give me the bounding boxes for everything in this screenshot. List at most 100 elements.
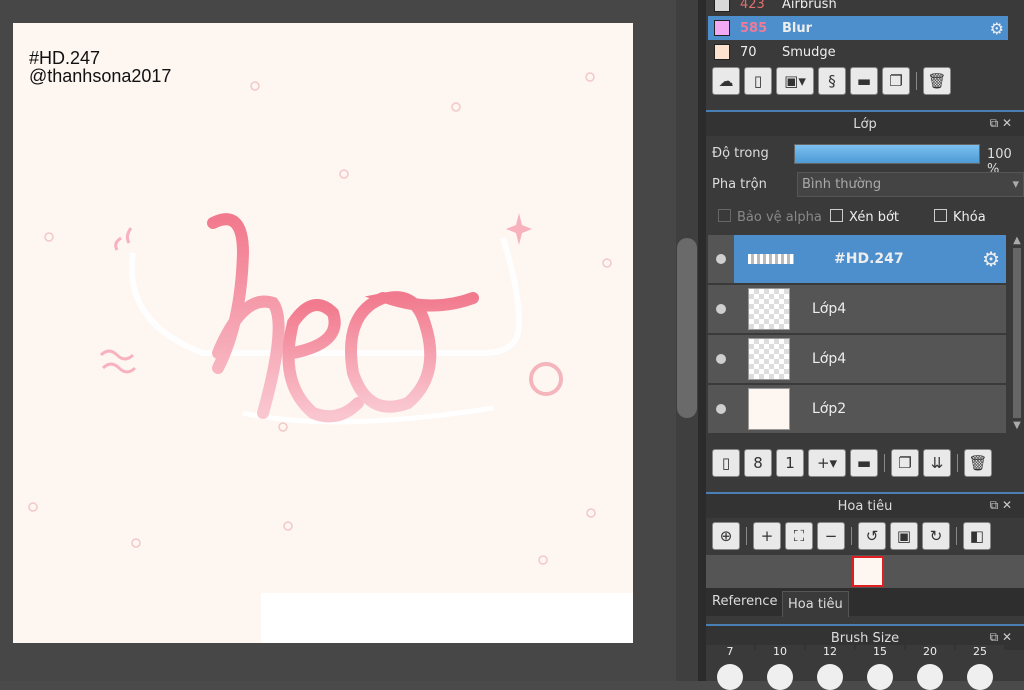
- brush-size-value: 25: [973, 645, 987, 658]
- toolbar-separator: [746, 527, 747, 545]
- navigator-tab-bar: Reference Hoa tiêu: [706, 588, 1024, 617]
- navigator-preview[interactable]: [706, 555, 1024, 588]
- layer-row-hd247[interactable]: #HD.247 ⚙: [708, 235, 1006, 285]
- layer-panel-header[interactable]: Lớp ⧉ ✕: [706, 110, 1024, 136]
- visibility-icon[interactable]: [716, 404, 726, 414]
- brush-item-smudge[interactable]: 70 Smudge: [708, 40, 1008, 64]
- brush-size-cell[interactable]: 7: [706, 645, 754, 690]
- watermark-line2: @thanhsona2017: [29, 66, 172, 86]
- brush-name: Blur: [782, 20, 813, 36]
- brush-script-icon[interactable]: §: [818, 67, 846, 95]
- watermark-line1: #HD.247: [29, 48, 101, 68]
- folder-icon[interactable]: ▬: [850, 449, 878, 477]
- brush-name: Smudge: [782, 44, 836, 60]
- brush-item-airbrush[interactable]: 423 Airbrush: [708, 0, 1008, 16]
- layer-thumbnail: [748, 388, 790, 430]
- navigator-viewport-frame[interactable]: [852, 556, 884, 587]
- brush-size-preview: [717, 664, 743, 690]
- checkbox-icon: [830, 209, 843, 222]
- opacity-slider[interactable]: [794, 144, 980, 164]
- brush-size-number: 70: [740, 44, 757, 60]
- gear-icon[interactable]: ⚙: [982, 247, 1000, 271]
- protect-alpha-label: Bảo vệ alpha: [737, 210, 822, 225]
- brush-size-panel-title: Brush Size: [830, 630, 900, 646]
- layer-name: #HD.247: [834, 251, 904, 267]
- chevron-down-icon: ▾: [1012, 177, 1019, 192]
- rotate-right-icon[interactable]: ↻: [922, 522, 950, 550]
- layer-row-lop2[interactable]: Lớp2: [708, 385, 1006, 435]
- layer-toolbar: ▯ 8 1 +▾ ▬ ❐ ⇊ 🗑: [712, 449, 992, 477]
- scroll-up-icon[interactable]: ▲: [1010, 235, 1024, 246]
- add-brush-dropdown-icon[interactable]: ▣▾: [776, 67, 814, 95]
- brush-size-value: 12: [823, 645, 837, 658]
- layer-row-lop4-a[interactable]: Lớp4: [708, 285, 1006, 335]
- layer-thumbnail: [748, 338, 790, 380]
- clip-label: Xén bớt: [849, 210, 899, 225]
- brush-color-swatch: [714, 44, 730, 60]
- brush-size-cell[interactable]: 12: [806, 645, 854, 690]
- layer-list-scrollbar[interactable]: ▲ ▼: [1010, 235, 1024, 445]
- layer-name: Lớp4: [812, 351, 847, 367]
- visibility-icon[interactable]: [716, 254, 726, 264]
- navigator-panel-header[interactable]: Hoa tiêu ⧉ ✕: [706, 492, 1024, 518]
- new-8bit-layer-icon[interactable]: 8: [744, 449, 772, 477]
- fit-screen-icon[interactable]: ⛶: [785, 522, 813, 550]
- scrollbar-thumb[interactable]: [677, 238, 697, 418]
- protect-alpha-checkbox[interactable]: Bảo vệ alpha: [718, 209, 822, 225]
- brush-toolbar: ☁ ▯ ▣▾ § ▬ ❐ 🗑: [712, 67, 951, 95]
- new-brush-icon[interactable]: ▯: [744, 67, 772, 95]
- lock-checkbox[interactable]: Khóa: [934, 209, 986, 225]
- toolbar-separator: [916, 72, 917, 90]
- gear-icon[interactable]: ⚙: [990, 19, 1004, 38]
- zoom-in-icon[interactable]: +: [753, 522, 781, 550]
- layer-thumbnail: [748, 288, 790, 330]
- artwork-drawing: [28, 72, 612, 565]
- layer-row-selected-bg: #HD.247 ⚙: [734, 235, 1006, 283]
- layer-scroll-thumb[interactable]: [1013, 248, 1021, 418]
- duplicate-icon[interactable]: ❐: [891, 449, 919, 477]
- brush-size-cell[interactable]: 10: [756, 645, 804, 690]
- new-layer-icon[interactable]: ▯: [712, 449, 740, 477]
- merge-down-icon[interactable]: ⇊: [923, 449, 951, 477]
- toolbar-separator: [884, 454, 885, 472]
- popout-icon[interactable]: ⧉ ✕: [990, 116, 1012, 131]
- zoom-out-icon[interactable]: −: [817, 522, 845, 550]
- popout-icon[interactable]: ⧉ ✕: [990, 630, 1012, 645]
- brush-size-cell[interactable]: 25: [956, 645, 1004, 690]
- flip-horizontal-icon[interactable]: ◧: [963, 522, 991, 550]
- reset-view-icon[interactable]: ▣: [890, 522, 918, 550]
- brush-size-cell[interactable]: 15: [856, 645, 904, 690]
- brush-size-number: 423: [740, 0, 765, 12]
- popout-icon[interactable]: ⧉ ✕: [990, 498, 1012, 513]
- layer-name: Lớp4: [812, 301, 847, 317]
- drawing-canvas[interactable]: #HD.247 @thanhsona2017: [13, 23, 633, 643]
- trash-icon[interactable]: 🗑: [964, 449, 992, 477]
- panel-divider[interactable]: [698, 0, 706, 681]
- folder-icon[interactable]: ▬: [850, 67, 878, 95]
- zoom-actual-icon[interactable]: ⊕: [712, 522, 740, 550]
- brush-size-cell[interactable]: 20: [906, 645, 954, 690]
- cloud-download-icon[interactable]: ☁: [712, 67, 740, 95]
- tab-navigator[interactable]: Hoa tiêu: [782, 591, 849, 617]
- blend-mode-select[interactable]: Bình thường ▾: [797, 172, 1024, 197]
- brush-item-blur[interactable]: 585 Blur ⚙: [708, 16, 1008, 40]
- new-1bit-layer-icon[interactable]: 1: [776, 449, 804, 477]
- duplicate-icon[interactable]: ❐: [882, 67, 910, 95]
- trash-icon[interactable]: 🗑: [923, 67, 951, 95]
- brush-size-number: 585: [740, 20, 768, 36]
- scroll-down-icon[interactable]: ▼: [1010, 420, 1024, 431]
- rotate-left-icon[interactable]: ↺: [858, 522, 886, 550]
- right-dock: 423 Airbrush 585 Blur ⚙ 70 Smudge ☁ ▯ ▣▾…: [706, 0, 1024, 690]
- add-layer-dropdown-icon[interactable]: +▾: [808, 449, 846, 477]
- layer-row-lop4-b[interactable]: Lớp4: [708, 335, 1006, 385]
- clip-checkbox[interactable]: Xén bớt: [830, 209, 899, 225]
- brush-size-preview: [917, 664, 943, 690]
- brush-size-value: 7: [726, 645, 734, 658]
- visibility-icon[interactable]: [716, 354, 726, 364]
- brush-size-value: 10: [773, 645, 787, 658]
- visibility-icon[interactable]: [716, 304, 726, 314]
- checkbox-icon: [718, 209, 731, 222]
- tab-reference[interactable]: Reference: [708, 591, 782, 613]
- toolbar-separator: [957, 454, 958, 472]
- brush-size-preview: [867, 664, 893, 690]
